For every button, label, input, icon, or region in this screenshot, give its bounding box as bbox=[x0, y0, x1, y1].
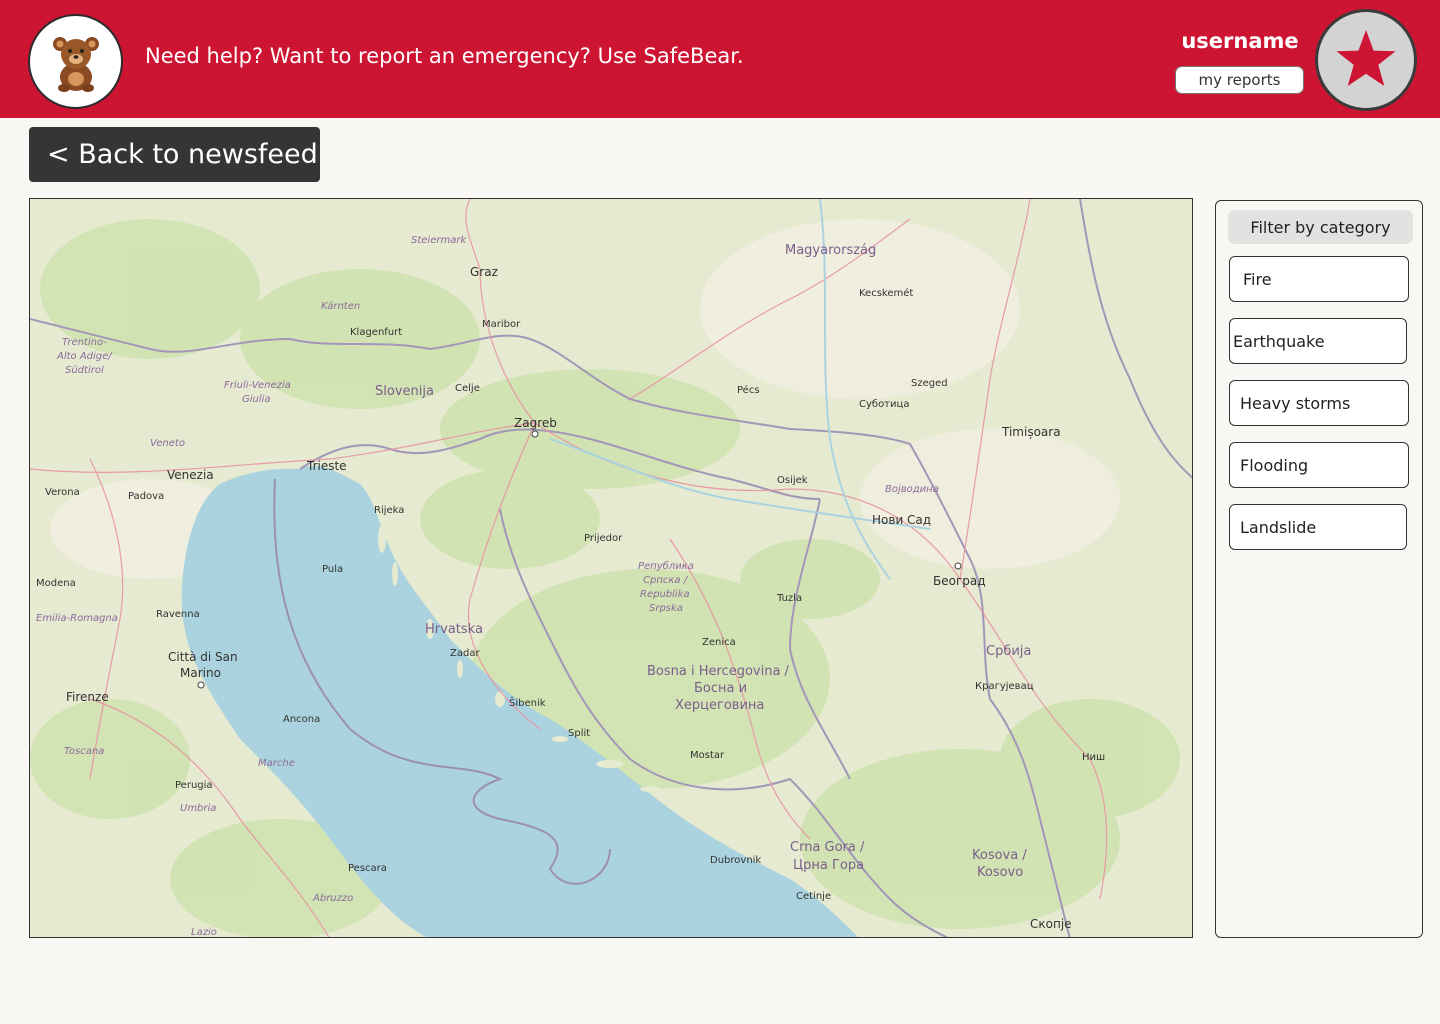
map-label-city: Tuzla bbox=[776, 593, 802, 604]
capital-marker bbox=[197, 681, 205, 689]
map-label-region: Trentino- bbox=[62, 337, 107, 348]
map-label-region: Veneto bbox=[150, 438, 185, 449]
user-avatar[interactable] bbox=[1315, 9, 1417, 111]
map-label-city: Ancona bbox=[283, 714, 320, 725]
map-label-country: Slovenija bbox=[375, 384, 434, 399]
filter-item-heavy-storms[interactable]: Heavy storms bbox=[1229, 380, 1409, 426]
map-label-city: Trieste bbox=[306, 459, 347, 473]
filter-title: Filter by category bbox=[1228, 210, 1413, 244]
header-tagline: Need help? Want to report an emergency? … bbox=[145, 44, 744, 68]
map-label-region: Emilia-Romagna bbox=[36, 613, 118, 624]
map-label-city: Osijek bbox=[777, 475, 808, 486]
capital-marker bbox=[531, 430, 539, 438]
map-label-city: Pécs bbox=[737, 384, 760, 396]
map-label-city: Šibenik bbox=[509, 696, 546, 709]
star-icon bbox=[1336, 30, 1396, 86]
map-label-region: Friuli-Venezia bbox=[224, 380, 291, 391]
map-label-region: Giulia bbox=[242, 394, 271, 405]
map-label-city: Venezia bbox=[167, 468, 214, 482]
safebear-logo[interactable] bbox=[28, 14, 123, 109]
app-header: Need help? Want to report an emergency? … bbox=[0, 0, 1440, 118]
map-label-region: Steiermark bbox=[411, 235, 467, 246]
capital-marker bbox=[954, 562, 962, 570]
map-label-region: Kärnten bbox=[321, 301, 360, 312]
map-label-region: Alto Adige/ bbox=[56, 351, 113, 362]
filter-item-fire[interactable]: Fire bbox=[1229, 256, 1409, 302]
map-label-region: Umbria bbox=[180, 803, 216, 814]
map-label-region: Војводина bbox=[885, 483, 939, 495]
my-reports-button[interactable]: my reports bbox=[1175, 66, 1304, 94]
map-label-city: Città di San bbox=[168, 650, 238, 664]
map-label-city: Celje bbox=[455, 383, 480, 394]
map-label-country: Bosna i Hercegovina / bbox=[647, 664, 790, 679]
map-label-city: Dubrovnik bbox=[710, 855, 761, 866]
map-label-city: Klagenfurt bbox=[350, 327, 402, 338]
teddy-bear-icon bbox=[52, 36, 99, 92]
map-label-region: Abruzzo bbox=[312, 893, 353, 904]
map-label-city: Cetinje bbox=[796, 891, 831, 902]
map-label-city: Крагујевац bbox=[975, 680, 1034, 692]
map-canvas[interactable]: Slovenija Hrvatska Bosna i Hercegovina /… bbox=[30, 199, 1193, 938]
map-label-region: Република bbox=[638, 560, 694, 572]
map-label-region: Српска / bbox=[643, 575, 689, 586]
map-label-city: Split bbox=[568, 728, 590, 739]
map-label-city: Скопје bbox=[1030, 917, 1072, 931]
filter-item-flooding[interactable]: Flooding bbox=[1229, 442, 1409, 488]
map-label-city: Szeged bbox=[911, 378, 948, 389]
map-label-city: Padova bbox=[128, 491, 164, 502]
map-label-city: Zagreb bbox=[514, 416, 557, 430]
map-label-country: Crna Gora / bbox=[790, 840, 865, 855]
map-label-city: Београд bbox=[933, 574, 986, 588]
map-label-city: Ravenna bbox=[156, 609, 200, 620]
back-to-newsfeed-button[interactable]: < Back to newsfeed bbox=[29, 127, 320, 182]
map-label-city: Kecskemét bbox=[859, 287, 913, 299]
map-label-city: Verona bbox=[45, 487, 80, 498]
map-label-city: Zadar bbox=[450, 648, 480, 659]
map-label-country: Kosova / bbox=[972, 848, 1027, 863]
map-label-city: Zenica bbox=[702, 637, 736, 648]
map-label-region: Toscana bbox=[64, 746, 104, 757]
map-label-city: Нови Сад bbox=[872, 513, 931, 527]
filter-item-earthquake[interactable]: Earthquake bbox=[1229, 318, 1407, 364]
map-label-country: Херцеговина bbox=[675, 698, 764, 713]
filter-item-landslide[interactable]: Landslide bbox=[1229, 504, 1407, 550]
map-label-city: Maribor bbox=[482, 319, 521, 330]
map-label-city: Prijedor bbox=[584, 533, 623, 544]
map-label-city: Ниш bbox=[1082, 752, 1105, 763]
map-label-country: Србија bbox=[986, 644, 1031, 659]
map-label-country: Kosovo bbox=[977, 865, 1023, 880]
map-label-city: Pula bbox=[322, 564, 343, 575]
map-label-country: Hrvatska bbox=[425, 622, 483, 637]
map-label-region: Lazio bbox=[191, 927, 217, 938]
map-view[interactable]: Slovenija Hrvatska Bosna i Hercegovina /… bbox=[29, 198, 1193, 938]
map-label-city: Timișoara bbox=[1001, 425, 1061, 439]
username-label[interactable]: username bbox=[1175, 29, 1305, 53]
map-label-country: Босна и bbox=[694, 681, 747, 696]
map-label-city: Perugia bbox=[175, 780, 213, 791]
map-label-city: Mostar bbox=[690, 750, 725, 761]
map-label-country: Црна Гора bbox=[793, 858, 864, 873]
map-label-city: Firenze bbox=[66, 690, 109, 704]
map-label-region: Republika bbox=[640, 589, 690, 600]
map-label-city: Graz bbox=[470, 265, 498, 279]
map-label-city: Modena bbox=[36, 578, 76, 589]
map-label-region: Srpska bbox=[649, 603, 683, 614]
map-label-region: Südtirol bbox=[65, 365, 104, 376]
map-label-region: Marche bbox=[258, 758, 295, 769]
map-label-country: Magyarország bbox=[785, 243, 876, 258]
map-label-city: Суботица bbox=[859, 399, 909, 410]
filter-panel: Filter by category Fire Earthquake Heavy… bbox=[1215, 200, 1423, 938]
map-label-city: Pescara bbox=[348, 863, 387, 874]
map-label-city: Marino bbox=[180, 666, 221, 680]
map-label-city: Rijeka bbox=[374, 505, 404, 516]
